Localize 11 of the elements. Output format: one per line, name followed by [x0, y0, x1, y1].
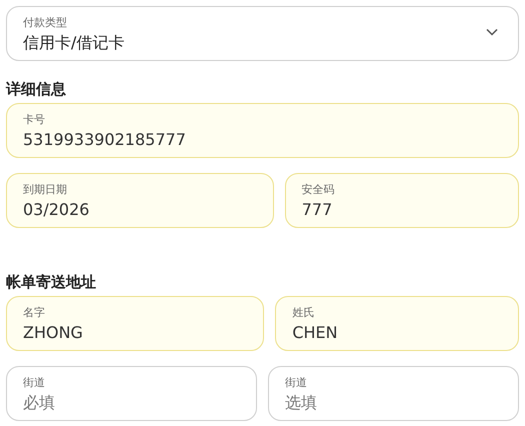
input-field[interactable]: 姓氏 CHEN	[275, 296, 520, 351]
input-field[interactable]: 街道 选填	[268, 366, 519, 421]
chevron-down-icon	[486, 28, 498, 36]
section-heading: 帐单寄送地址	[6, 272, 97, 292]
input-field[interactable]: 街道 必填	[6, 366, 257, 421]
input-field[interactable]: 名字 ZHONG	[6, 296, 264, 351]
input-field[interactable]: 安全码 777	[284, 173, 519, 228]
input-field[interactable]: 卡号 5319933902185777	[6, 103, 519, 158]
input-field[interactable]: 到期日期 03/2026	[6, 173, 274, 228]
payment-type-select[interactable]: 付款类型 信用卡/借记卡	[6, 6, 519, 61]
section-heading: 详细信息	[6, 79, 67, 99]
